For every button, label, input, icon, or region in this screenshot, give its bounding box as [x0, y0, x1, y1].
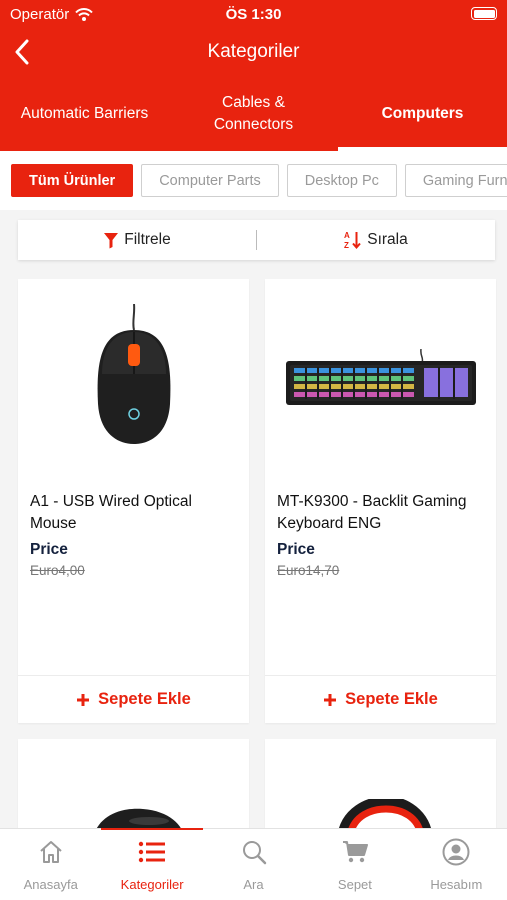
tab-bar-label: Ara	[243, 877, 264, 892]
tab-bar-label: Anasayfa	[23, 877, 78, 892]
tab-bar-home[interactable]: Anasayfa	[0, 829, 101, 900]
subcategory-chips: Tüm Ürünler Computer Parts Desktop Pc Ga…	[0, 151, 507, 210]
filter-button[interactable]: Filtrele	[18, 231, 256, 249]
filter-sort-bar: Filtrele A Z Sırala	[18, 220, 495, 260]
status-time: ÖS 1:30	[225, 6, 282, 23]
sort-button[interactable]: A Z Sırala	[257, 230, 495, 250]
product-card[interactable]: MT-K9300 - Backlit Gaming Keyboard ENG P…	[265, 279, 496, 723]
old-price: Euro14,70	[277, 563, 340, 578]
product-image	[265, 739, 496, 839]
plus-icon	[77, 693, 90, 706]
sort-label: Sırala	[367, 231, 408, 248]
sort-az-icon: A Z	[344, 231, 362, 250]
tab-bar-cart[interactable]: Sepet	[304, 829, 405, 900]
tab-bar-account[interactable]: Hesabım	[406, 829, 507, 900]
status-bar: Operatör ÖS 1:30	[0, 0, 507, 30]
tab-bar-categories[interactable]: Kategoriler	[101, 828, 204, 900]
category-tabs: Automatic Barriers Cables & Connectors C…	[0, 76, 507, 151]
price-label: Price	[30, 541, 68, 558]
navigation-bar: Kategoriler	[0, 30, 507, 76]
product-name[interactable]: A1 - USB Wired Optical Mouse	[30, 491, 240, 535]
chip-gaming-furniture[interactable]: Gaming Furniture	[404, 164, 507, 197]
product-image	[18, 279, 249, 479]
tab-label: Computers	[381, 104, 464, 122]
tab-bar-label: Hesabım	[430, 877, 483, 892]
svg-text:Z: Z	[344, 241, 349, 250]
tab-label: Cables & Connectors	[213, 93, 294, 133]
old-price: Euro4,00	[30, 563, 85, 578]
product-card[interactable]	[265, 739, 496, 839]
product-card[interactable]	[18, 739, 249, 839]
tab-automatic-barriers[interactable]: Automatic Barriers	[0, 76, 169, 151]
account-icon	[441, 837, 471, 867]
product-image	[265, 279, 496, 479]
add-to-cart-label: Sepete Ekle	[98, 690, 191, 708]
cart-icon	[340, 837, 370, 867]
tab-computers[interactable]: Computers	[338, 76, 507, 151]
product-card[interactable]: A1 - USB Wired Optical Mouse Price Euro4…	[18, 279, 249, 723]
page-title: Kategoriler	[207, 41, 300, 62]
bottom-tab-bar: Anasayfa Kategoriler Ara Sepet Hesabım	[0, 828, 507, 900]
plus-icon	[324, 693, 337, 706]
tab-label: Automatic Barriers	[20, 104, 149, 122]
list-icon	[137, 837, 167, 867]
filter-label: Filtrele	[124, 231, 171, 248]
product-name[interactable]: MT-K9300 - Backlit Gaming Keyboard ENG	[277, 491, 487, 535]
tab-bar-search[interactable]: Ara	[203, 829, 304, 900]
svg-text:A: A	[344, 231, 350, 240]
price-label: Price	[277, 541, 315, 558]
tab-bar-label: Kategoriler	[120, 877, 184, 892]
home-icon	[36, 837, 66, 867]
search-icon	[239, 837, 269, 867]
tab-cables-connectors[interactable]: Cables & Connectors	[169, 76, 338, 151]
add-to-cart-button[interactable]: Sepete Ekle	[18, 675, 249, 723]
battery-icon	[471, 7, 497, 20]
tab-bar-label: Sepet	[337, 877, 372, 892]
product-image	[18, 739, 249, 839]
filter-icon	[104, 232, 119, 248]
add-to-cart-label: Sepete Ekle	[345, 690, 438, 708]
add-to-cart-button[interactable]: Sepete Ekle	[265, 675, 496, 723]
chip-all-products[interactable]: Tüm Ürünler	[11, 164, 134, 197]
chip-computer-parts[interactable]: Computer Parts	[141, 164, 279, 197]
chip-desktop-pc[interactable]: Desktop Pc	[286, 164, 397, 197]
